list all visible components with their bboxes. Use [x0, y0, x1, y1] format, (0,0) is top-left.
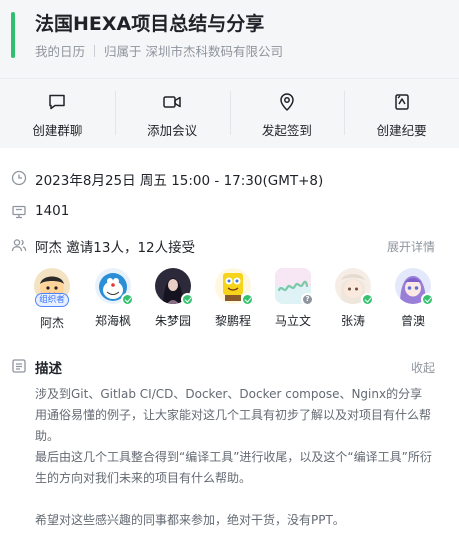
attendee-name: 朱梦园	[154, 314, 191, 328]
event-calendar-info: 我的日历 归属于 深圳市杰科数码有限公司	[35, 41, 283, 60]
description-icon	[11, 358, 27, 374]
collapse-link[interactable]: 收起	[411, 359, 435, 376]
attendees-row: 阿杰 邀请13人，12人接受 展开详情	[0, 235, 459, 256]
action-label: 创建群聊	[32, 123, 83, 138]
avatar	[395, 268, 434, 306]
action-toolbar: 创建群聊 添加会议 发起签到 创建纪要	[0, 78, 459, 148]
attendee-name: 曾澳	[400, 314, 425, 328]
description-line: 生的方向对我们未来的项目有什么帮助。	[35, 471, 252, 485]
accepted-check-icon	[121, 293, 134, 306]
action-label: 添加会议	[147, 123, 198, 138]
attendee-item[interactable]: 朱梦园	[151, 268, 195, 329]
create-group-chat-button[interactable]: 创建群聊	[0, 79, 115, 148]
pending-question-icon: ?	[301, 293, 314, 306]
description-line: 涉及到Git、Gitlab CI/CD、Docker、Docker compos…	[35, 387, 423, 401]
attendee-list: 组织者 阿杰 郑海枫 朱梦园 黎鹏程 ? 马立文 张涛 曾澳	[30, 268, 450, 330]
event-title: 法国HEXA项目总结与分享	[35, 13, 265, 35]
expand-details-link[interactable]: 展开详情	[387, 238, 435, 255]
description-line: 助。	[35, 429, 60, 443]
avatar: ?	[275, 268, 314, 306]
description-line: 用通俗易懂的例子，让大家能对这几个工具有初步了解以及对项目有什么帮	[35, 408, 432, 422]
avatar	[155, 268, 194, 306]
calendar-color-bar	[11, 12, 15, 58]
attendee-item[interactable]: 张涛	[331, 268, 375, 329]
divider	[94, 45, 96, 57]
create-minutes-button[interactable]: 创建纪要	[344, 79, 459, 148]
location-pin-icon	[280, 93, 294, 111]
start-check-in-button[interactable]: 发起签到	[229, 79, 345, 148]
accepted-check-icon	[181, 293, 194, 306]
calendar-owner: 归属于 深圳市杰科数码有限公司	[104, 44, 283, 59]
event-header: 法国HEXA项目总结与分享 我的日历 归属于 深圳市杰科数码有限公司	[0, 0, 459, 78]
video-camera-icon	[163, 96, 181, 108]
avatar: 组织者	[34, 268, 70, 307]
description-row: 描述 收起	[0, 356, 459, 377]
meeting-room[interactable]: 1401	[35, 203, 69, 219]
avatar	[335, 268, 374, 306]
document-note-icon	[394, 94, 409, 110]
description-line: 希望对这些感兴趣的同事都来参加，绝对干货，没有PPT。	[35, 513, 345, 527]
description-line	[35, 489, 445, 510]
calendar-name: 我的日历	[35, 44, 86, 59]
attendee-name: 阿杰	[39, 316, 64, 330]
event-time-row: 2023年8月25日 周五 15:00 - 17:30(GMT+8)	[0, 168, 459, 189]
description-body: 涉及到Git、Gitlab CI/CD、Docker、Docker compos…	[35, 384, 445, 531]
attendee-item[interactable]: 郑海枫	[91, 268, 135, 329]
action-label: 创建纪要	[376, 123, 427, 138]
attendee-name: 黎鹏程	[214, 314, 251, 328]
organizer-badge: 组织者	[35, 293, 69, 307]
accepted-check-icon	[241, 293, 254, 306]
people-icon	[11, 237, 27, 253]
description-title: 描述	[35, 361, 62, 377]
accepted-check-icon	[361, 293, 374, 306]
attendee-name: 张涛	[340, 314, 365, 328]
accepted-check-icon	[421, 293, 434, 306]
action-label: 发起签到	[261, 123, 312, 138]
attendees-summary: 阿杰 邀请13人，12人接受	[35, 240, 196, 256]
attendee-item[interactable]: ? 马立文	[271, 268, 315, 329]
clock-icon	[11, 170, 27, 186]
add-meeting-button[interactable]: 添加会议	[114, 79, 230, 148]
avatar	[215, 268, 254, 306]
avatar	[95, 268, 134, 306]
attendee-item[interactable]: 黎鹏程	[211, 268, 255, 329]
event-time: 2023年8月25日 周五 15:00 - 17:30(GMT+8)	[35, 173, 324, 189]
meeting-room-row: 1401	[0, 202, 459, 222]
attendee-name: 郑海枫	[94, 314, 131, 328]
attendee-name: 马立文	[274, 314, 311, 328]
attendee-item[interactable]: 组织者 阿杰	[30, 268, 74, 331]
description-line: 最后由这几个工具整合得到“编译工具”进行收尾，以及这个“编译工具”所衍	[35, 450, 432, 464]
meeting-room-icon	[11, 204, 27, 220]
chat-bubble-icon	[49, 94, 66, 110]
attendee-item[interactable]: 曾澳	[391, 268, 435, 329]
